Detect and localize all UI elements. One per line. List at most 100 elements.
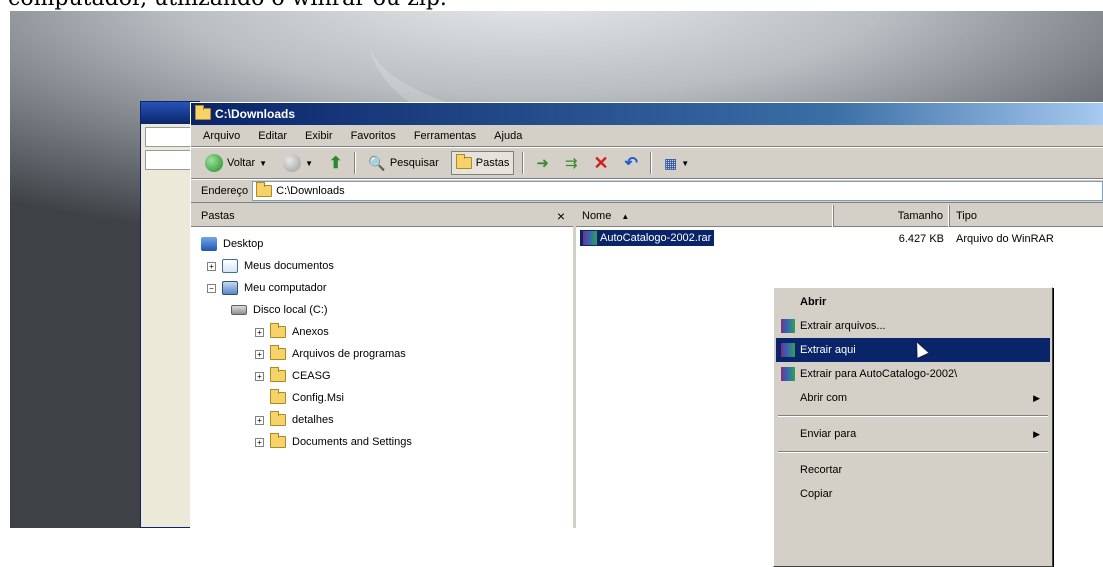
tree-item-label: Config.Msi — [292, 392, 344, 404]
folder-icon — [256, 182, 273, 197]
menu-item-extrair-arquivos[interactable]: Extrair arquivos... — [776, 314, 1050, 338]
menu-ajuda[interactable]: Ajuda — [494, 130, 522, 142]
menu-bar: Arquivo Editar Exibir Favoritos Ferramen… — [191, 125, 1103, 147]
undo-icon: ↶ — [624, 155, 639, 172]
tree-item-label: Meus documentos — [244, 260, 334, 272]
column-header-tamanho[interactable]: Tamanho — [834, 205, 950, 227]
expand-icon[interactable]: + — [255, 349, 264, 359]
explorer-window: C:\Downloads Arquivo Editar Exibir Favor… — [190, 102, 1103, 567]
address-bar: Endereço C:\Downloads — [191, 179, 1103, 203]
folder-icon — [455, 154, 472, 169]
expand-icon[interactable]: + — [207, 261, 216, 271]
menu-item-abrir[interactable]: Abrir — [776, 290, 1050, 314]
address-label: Endereço — [201, 185, 249, 197]
tree-item-arquivos-de-programas[interactable]: + Arquivos de programas — [191, 343, 573, 365]
menu-item-extrair-para[interactable]: Extrair para AutoCatalogo-2002\ — [776, 362, 1050, 386]
toolbar-separator — [522, 152, 525, 174]
search-label: Pesquisar — [389, 157, 439, 169]
copy-to-button[interactable]: ⇉ — [561, 151, 582, 175]
undo-button[interactable]: ↶ — [621, 151, 642, 175]
tree-item-label: Documents and Settings — [292, 436, 412, 448]
menu-arquivo[interactable]: Arquivo — [203, 130, 240, 142]
tree-item-label: Desktop — [223, 238, 264, 250]
toolbar: Voltar ▼ ▼ ⬆ 🔍 Pesquisar Pastas ➜ ⇉ ✕ ↶ … — [191, 147, 1103, 179]
tree-item-meus-documentos[interactable]: + Meus documentos — [191, 255, 573, 277]
move-icon: ➜ — [536, 155, 549, 172]
menu-editar[interactable]: Editar — [258, 130, 287, 142]
folders-pane-title: Pastas — [201, 209, 235, 222]
address-input[interactable]: C:\Downloads — [252, 181, 1103, 201]
chevron-down-icon[interactable]: ▼ — [681, 159, 689, 168]
chevron-down-icon[interactable]: ▼ — [305, 159, 313, 168]
views-icon: ▦ — [664, 154, 678, 171]
file-type-cell: Arquivo do WinRAR — [956, 233, 1054, 245]
tree-item-detalhes[interactable]: + detalhes — [191, 409, 573, 431]
file-row[interactable]: AutoCatalogo-2002.rar 6.427 KB Arquivo d… — [576, 229, 1103, 249]
chevron-down-icon[interactable]: ▼ — [259, 159, 267, 168]
tree-item-desktop[interactable]: Desktop — [191, 233, 573, 255]
folder-icon — [270, 389, 286, 404]
expand-icon[interactable]: + — [255, 371, 264, 381]
desktop-icon — [201, 237, 217, 251]
expand-icon[interactable]: + — [255, 415, 264, 425]
column-header-tipo[interactable]: Tipo — [950, 205, 1103, 227]
window-titlebar[interactable]: C:\Downloads — [191, 103, 1103, 125]
column-header-nome[interactable]: Nome ▲ — [576, 205, 834, 227]
tree-item-config-msi[interactable]: Config.Msi — [191, 387, 573, 409]
sort-ascending-icon: ▲ — [621, 211, 630, 221]
up-folder-button[interactable]: ⬆ — [325, 151, 346, 175]
document-caption: computador, utilizando o winrar ou zip. — [8, 0, 447, 11]
back-button[interactable]: Voltar ▼ — [201, 151, 271, 175]
menu-ferramentas[interactable]: Ferramentas — [414, 130, 476, 142]
tree-item-label: Arquivos de programas — [292, 348, 406, 360]
documents-icon — [222, 259, 238, 273]
menu-item-recortar[interactable]: Recortar — [776, 458, 1050, 482]
menu-item-extrair-aqui[interactable]: Extrair aqui — [776, 338, 1050, 362]
expand-icon[interactable]: + — [255, 437, 264, 447]
menu-item-abrir-com[interactable]: Abrir com ▶ — [776, 386, 1050, 410]
winrar-icon — [781, 367, 795, 381]
menu-exibir[interactable]: Exibir — [305, 130, 333, 142]
folder-icon — [270, 433, 286, 448]
collapse-icon[interactable]: − — [207, 283, 216, 293]
views-button[interactable]: ▦ ▼ — [660, 151, 693, 175]
menu-separator — [778, 451, 1048, 453]
menu-favoritos[interactable]: Favoritos — [351, 130, 396, 142]
folder-icon — [270, 345, 286, 360]
up-arrow-icon: ⬆ — [328, 155, 343, 172]
forward-button[interactable]: ▼ — [279, 151, 317, 175]
winrar-file-icon — [583, 231, 597, 245]
delete-button[interactable]: ✕ — [590, 151, 613, 175]
tree-item-documents-and-settings[interactable]: + Documents and Settings — [191, 431, 573, 453]
close-icon[interactable]: × — [557, 208, 565, 224]
window-title: C:\Downloads — [215, 107, 295, 121]
tree-item-label: detalhes — [292, 414, 334, 426]
file-size-cell: 6.427 KB — [898, 233, 944, 245]
address-value: C:\Downloads — [276, 185, 345, 197]
tree-item-disco-local[interactable]: Disco local (C:) — [191, 299, 573, 321]
copy-icon: ⇉ — [564, 155, 578, 172]
folder-icon — [270, 411, 286, 426]
context-menu: Abrir Extrair arquivos... Extrair aqui E… — [773, 287, 1053, 567]
folders-pane-header: Pastas × — [191, 205, 573, 227]
move-to-button[interactable]: ➜ — [532, 151, 553, 175]
menu-item-copiar[interactable]: Copiar — [776, 482, 1050, 506]
menu-item-enviar-para[interactable]: Enviar para ▶ — [776, 422, 1050, 446]
background-window-input — [145, 150, 195, 170]
search-button[interactable]: 🔍 Pesquisar — [364, 151, 442, 175]
expand-icon[interactable]: + — [255, 327, 264, 337]
tree-item-meu-computador[interactable]: − Meu computador — [191, 277, 573, 299]
toolbar-separator — [354, 152, 357, 174]
computer-icon — [222, 281, 238, 295]
tree-item-label: Anexos — [292, 326, 329, 338]
tree-item-ceasg[interactable]: + CEASG — [191, 365, 573, 387]
back-label: Voltar — [227, 157, 256, 169]
submenu-arrow-icon: ▶ — [1033, 392, 1040, 403]
folders-button[interactable]: Pastas — [450, 151, 515, 175]
mouse-cursor-icon — [911, 340, 929, 358]
folder-tree: Desktop + Meus documentos − Meu computad… — [191, 227, 573, 453]
file-name-cell[interactable]: AutoCatalogo-2002.rar — [580, 230, 715, 246]
folder-icon — [195, 105, 211, 120]
forward-arrow-icon — [283, 154, 302, 172]
tree-item-anexos[interactable]: + Anexos — [191, 321, 573, 343]
